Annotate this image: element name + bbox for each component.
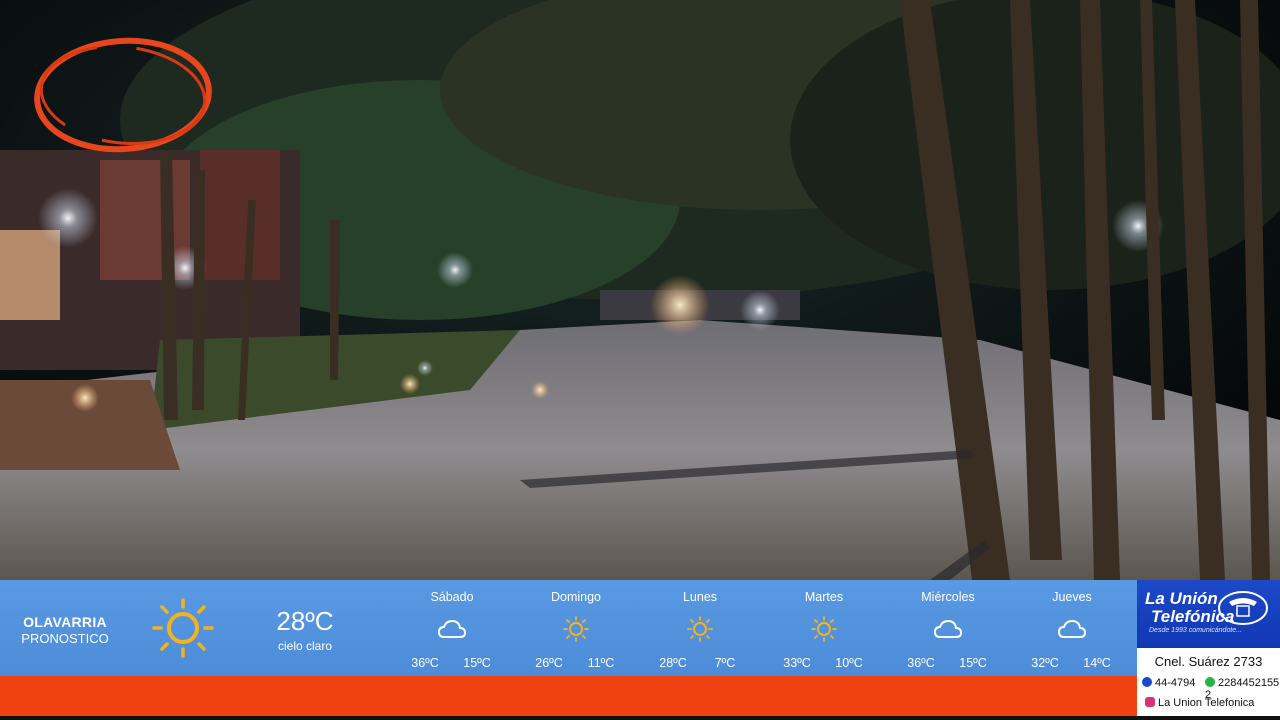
forecast-day: Sábado 36ºC 15ºC <box>390 580 514 676</box>
sponsor-phone-number: 44-4794 <box>1155 677 1196 689</box>
forecast-day: Domingo 26ºC 11ºC <box>514 580 638 676</box>
sun-icon <box>687 616 713 642</box>
sun-icon <box>811 616 837 642</box>
current-temperature: 28ºC <box>276 606 334 636</box>
broadcaster-logo <box>34 37 212 153</box>
day-name: Sábado <box>430 590 474 604</box>
forecast-day: Miércoles 36ºC 15ºC <box>886 580 1010 676</box>
day-name: Jueves <box>1052 590 1092 604</box>
cloud-icon <box>933 619 963 638</box>
sponsor-address: Cnel. Suárez 2733 <box>1154 654 1263 669</box>
day-high: 26ºC <box>535 656 563 670</box>
sun-icon <box>563 616 589 642</box>
forecast-day: Jueves 32ºC 14ºC <box>1010 580 1134 676</box>
day-name: Miércoles <box>921 590 975 604</box>
day-low: 7ºC <box>714 656 736 670</box>
day-low: 11ºC <box>587 656 615 670</box>
bottom-border <box>0 716 1280 720</box>
sun-icon <box>152 598 214 658</box>
sponsor-panel: La Unión Telefónica Desde 1993 comunicán… <box>1137 580 1280 716</box>
day-high: 33ºC <box>783 656 811 670</box>
sponsor-phone: 44-4794 <box>1142 677 1195 689</box>
telephone-logo-icon <box>1218 591 1268 625</box>
day-low: 14ºC <box>1083 656 1111 670</box>
day-high: 32ºC <box>1031 656 1059 670</box>
forecast-day: Martes 33ºC 10ºC <box>762 580 886 676</box>
whatsapp-icon <box>1205 677 1215 687</box>
weather-bar: OLAVARRIA PRONOSTICO 28ºC cielo claro Sá… <box>0 580 1137 676</box>
sponsor-social: La Union Telefonica <box>1145 697 1254 709</box>
day-high: 36ºC <box>907 656 935 670</box>
day-low: 15ºC <box>463 656 491 670</box>
camera-view <box>0 0 1280 580</box>
sponsor-tagline: Desde 1993 comunicándote... <box>1149 627 1243 634</box>
instagram-icon <box>1145 697 1155 707</box>
sponsor-name-line1: La Unión <box>1145 589 1218 608</box>
cloud-icon <box>437 619 467 638</box>
day-low: 10ºC <box>835 656 863 670</box>
day-high: 36ºC <box>411 656 439 670</box>
day-name: Martes <box>804 590 844 604</box>
day-name: Lunes <box>682 590 718 604</box>
cloud-icon <box>1057 619 1087 638</box>
sponsor-header: La Unión Telefónica Desde 1993 comunicán… <box>1137 580 1280 648</box>
day-low: 15ºC <box>959 656 987 670</box>
day-name: Domingo <box>550 590 602 604</box>
sponsor-social-handle: La Union Telefonica <box>1158 697 1255 709</box>
location-block: OLAVARRIA PRONOSTICO <box>0 580 130 676</box>
forecast-day: Lunes 28ºC 7ºC <box>638 580 762 676</box>
day-high: 28ºC <box>659 656 687 670</box>
phone-icon <box>1142 677 1152 687</box>
forecast-label: PRONOSTICO <box>21 631 109 646</box>
current-condition: cielo claro <box>277 639 333 653</box>
city-name: OLAVARRIA <box>23 614 107 630</box>
ticker-strip <box>0 676 1137 716</box>
